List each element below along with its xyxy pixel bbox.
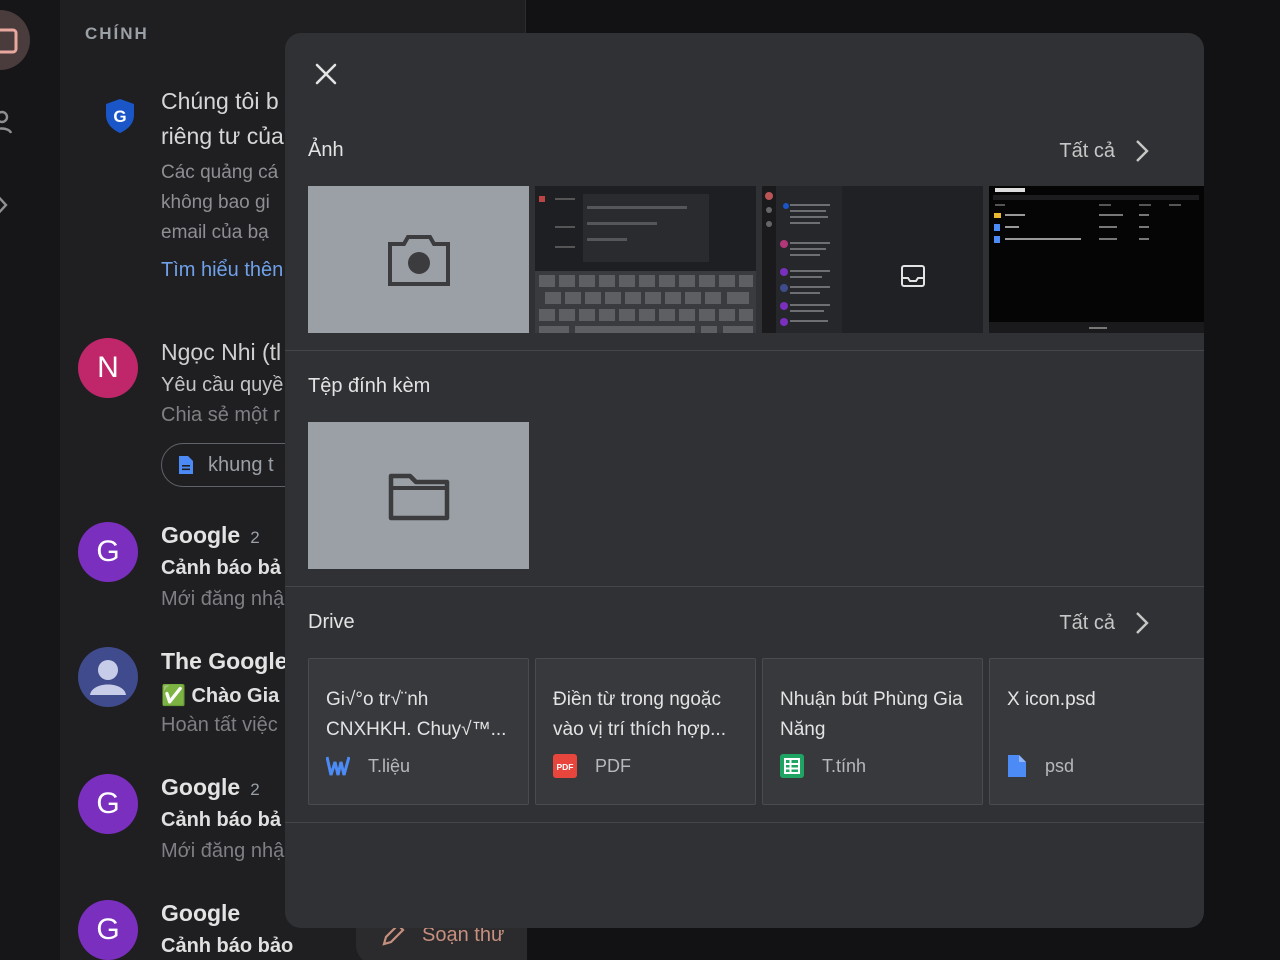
- avatar: G: [78, 522, 138, 582]
- email-snippet: Hoàn tất việc: [161, 714, 278, 736]
- navigation-rail: [0, 0, 60, 960]
- section-divider: [285, 350, 1204, 351]
- chevron-right-icon: [1136, 612, 1149, 634]
- drive-file-card[interactable]: Gi√°o tr√¨nh CNXHKH. Chuy√™... T.liệu: [308, 658, 529, 805]
- email-snippet: Chia sẻ một r: [161, 404, 280, 426]
- chevron-right-icon: [1136, 140, 1149, 162]
- email-subject[interactable]: Cảnh báo bả: [161, 809, 281, 832]
- see-all-label: Tất cả: [1059, 139, 1115, 162]
- drive-section-title: Drive: [308, 611, 355, 633]
- drive-file-meta: PDF PDF: [553, 754, 631, 778]
- drive-file-card[interactable]: Điền từ trong ngoặc vào vị trí thích hợp…: [535, 658, 756, 805]
- learn-more-link[interactable]: Tìm hiểu thên: [161, 259, 283, 282]
- email-snippet: Mới đăng nhậ: [161, 840, 285, 862]
- camera-icon: [387, 234, 450, 286]
- email-sender[interactable]: Google 2: [161, 522, 260, 549]
- email-subject[interactable]: Cảnh báo bảo: [161, 935, 293, 958]
- file-icon: [1008, 755, 1026, 777]
- thread-count: 2: [250, 528, 260, 547]
- photo-thumbnail[interactable]: [535, 186, 756, 333]
- google-shield-icon: G: [106, 99, 134, 133]
- svg-text:G: G: [113, 107, 126, 126]
- attachment-picker-dialog: Ảnh Tất cả Tệp đính kèm Drive Tất cả Gi√…: [285, 33, 1204, 928]
- gmail-screenshot-image: [762, 186, 925, 333]
- attachments-section-title: Tệp đính kèm: [308, 375, 431, 397]
- drive-see-all-link[interactable]: Tất cả: [1059, 611, 1149, 635]
- drive-file-meta: T.liệu: [326, 754, 410, 778]
- sheets-icon: [780, 754, 804, 778]
- email-subject[interactable]: Yêu cầu quyề: [161, 374, 283, 397]
- photo-thumbnail[interactable]: [989, 186, 1204, 333]
- avatar: G: [78, 774, 138, 834]
- avatar: N: [78, 338, 138, 398]
- drive-file-name: Gi√°o tr√¨nh CNXHKH. Chuy√™...: [326, 689, 507, 740]
- label-icon[interactable]: [0, 190, 18, 220]
- camera-tile[interactable]: [308, 186, 529, 333]
- pdf-icon: PDF: [553, 754, 577, 778]
- email-sender[interactable]: Google 2: [161, 774, 260, 801]
- thread-count: 2: [250, 780, 260, 799]
- close-icon: [315, 63, 337, 85]
- drive-file-card[interactable]: Nhuận bút Phùng Gia Năng T.tính: [762, 658, 983, 805]
- word-icon: [326, 756, 350, 776]
- chip-label: khung t: [208, 453, 274, 476]
- drive-file-name: Nhuận bút Phùng Gia Năng: [780, 689, 963, 740]
- photo-thumbnail[interactable]: [762, 186, 983, 333]
- browse-files-tile[interactable]: [308, 422, 529, 569]
- svg-text:PDF: PDF: [557, 762, 574, 772]
- drive-file-name: Điền từ trong ngoặc vào vị trí thích hợp…: [553, 689, 726, 740]
- section-label: CHÍNH: [85, 24, 149, 43]
- photos-section-title: Ảnh: [308, 139, 344, 161]
- avatar: G: [78, 900, 138, 960]
- person-icon: [90, 660, 126, 695]
- email-sender[interactable]: Google: [161, 900, 240, 927]
- section-divider: [285, 586, 1204, 587]
- inbox-icon[interactable]: [0, 28, 18, 54]
- email-subject[interactable]: ✅ Chào Gia: [161, 683, 279, 708]
- close-button[interactable]: [309, 57, 343, 91]
- file-browser-screenshot-image: [989, 186, 1204, 333]
- drive-file-card[interactable]: X icon.psd psd: [989, 658, 1204, 805]
- email-subject[interactable]: Cảnh báo bả: [161, 557, 281, 580]
- drive-file-meta: T.tính: [780, 754, 866, 778]
- email-sender[interactable]: Ngọc Nhi (tl: [161, 339, 281, 366]
- keyboard-screenshot-image: [535, 186, 756, 333]
- drive-file-type: T.tính: [822, 755, 867, 776]
- folder-icon: [388, 473, 449, 520]
- see-all-label: Tất cả: [1059, 611, 1115, 634]
- section-divider: [285, 822, 1204, 823]
- drive-file-meta: psd: [1007, 754, 1074, 778]
- avatar: [78, 647, 138, 707]
- doc-icon: [179, 456, 193, 474]
- drive-file-type: psd: [1045, 755, 1075, 776]
- drive-file-name: X icon.psd: [1007, 689, 1096, 710]
- people-icon[interactable]: [0, 108, 20, 136]
- email-sender[interactable]: The Google: [161, 648, 288, 675]
- email-snippet: Mới đăng nhậ: [161, 588, 285, 610]
- drive-file-type: T.liệu: [368, 755, 411, 776]
- drive-file-type: PDF: [595, 755, 631, 776]
- photos-see-all-link[interactable]: Tất cả: [1059, 139, 1149, 163]
